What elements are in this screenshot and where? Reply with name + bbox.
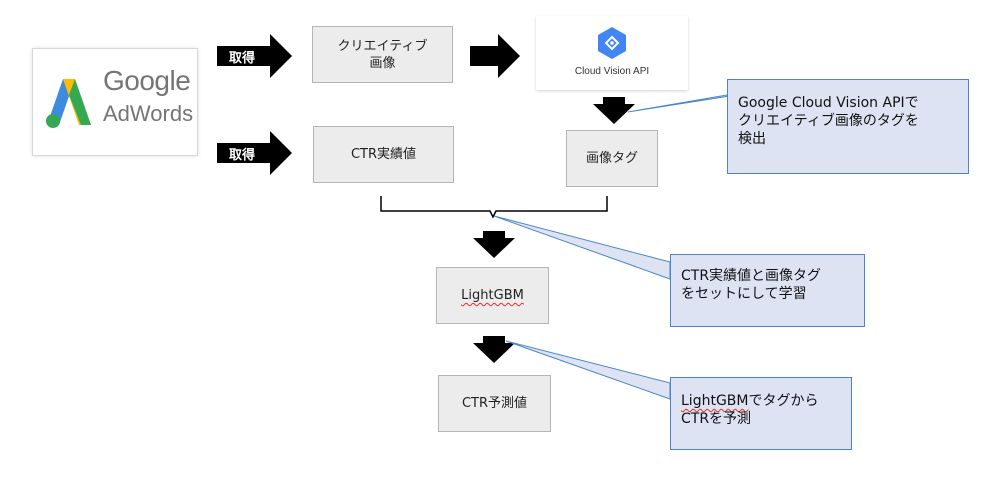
prediction-callout-line1: LightGBMでタグから [681,392,841,410]
creative-image-line1: クリエイティブ [337,38,428,54]
training-callout-line1: CTR実績値と画像タグ [681,268,822,284]
vision-callout-line1: Google Cloud Vision APIで [738,95,919,111]
google-adwords-logo: Google AdWords [32,48,198,156]
cloud-vision-card: Cloud Vision API [536,16,688,90]
prediction-callout-line1-suffix: でタグから [748,393,819,409]
to-ctr-predicted-arrow [473,336,515,363]
prediction-callout-lightgbm: LightGBM [681,393,749,409]
merge-brace [380,196,608,219]
lightgbm-box: LightGBM [436,267,549,324]
logo-google-text: Google [103,65,191,96]
creative-image-line2: 画像 [369,55,396,71]
training-callout-line2: をセットにして学習 [681,286,807,302]
cloud-vision-label: Cloud Vision API [574,66,650,77]
vision-callout-line3: 検出 [738,131,766,147]
lightgbm-label: LightGBM [461,288,524,303]
image-tag-box: 画像タグ [566,130,658,187]
prediction-callout: LightGBMでタグから CTRを予測 [670,377,852,450]
training-callout: CTR実績値と画像タグ をセットにして学習 [670,254,865,327]
adwords-mark-icon [46,79,91,128]
to-image-tag-arrow [593,97,635,124]
creative-image-box: クリエイティブ 画像 [312,26,453,83]
ctr-actual-box: CTR実績値 [313,126,454,183]
ctr-predicted-box: CTR予測値 [438,375,551,432]
vision-callout: Google Cloud Vision APIで クリエイティブ画像のタグを 検… [727,79,969,174]
vision-callout-line2: クリエイティブ画像のタグを [738,113,919,129]
logo-adwords-text: AdWords [103,101,194,126]
acquire-label-top: 取得 [229,51,256,66]
vision-callout-pointer [627,94,737,113]
acquire-label-bottom: 取得 [229,148,256,163]
cloud-vision-hexagon-icon [598,27,626,59]
to-vision-arrow [470,34,520,78]
prediction-callout-line2: CTRを予測 [681,411,752,427]
to-lightgbm-arrow [473,231,515,258]
